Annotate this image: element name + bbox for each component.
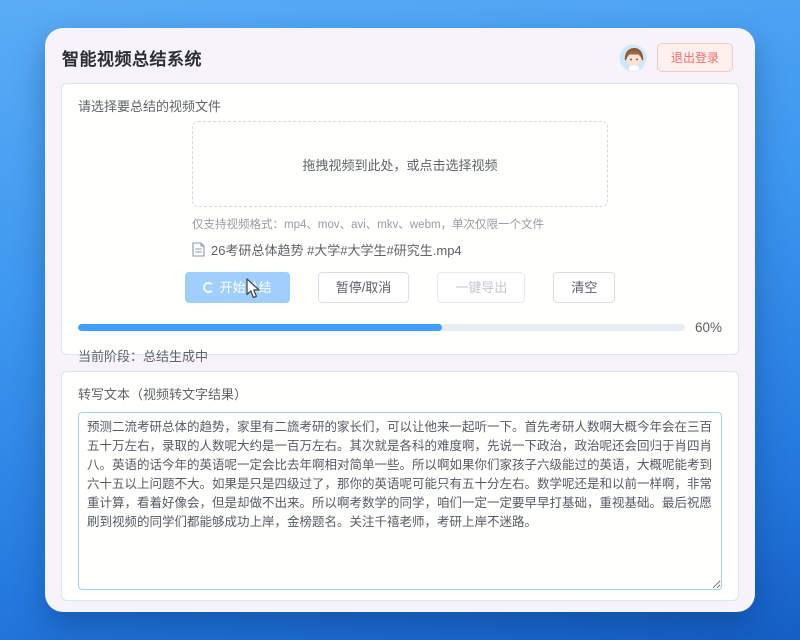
pause-cancel-button[interactable]: 暂停/取消 — [318, 272, 410, 303]
progress-bar — [78, 324, 685, 331]
video-dropzone[interactable]: 拖拽视频到此处，或点击选择视频 — [192, 121, 608, 207]
dropzone-text: 拖拽视频到此处，或点击选择视频 — [302, 155, 497, 174]
progress-row: 60% — [78, 320, 722, 335]
start-summary-label: 开始总结 — [220, 281, 272, 294]
page-title: 智能视频总结系统 — [62, 45, 202, 70]
transcript-panel: 转写文本（视频转文字结果） 预测二流考研总体的趋势，家里有二旒考研的家长们，可以… — [61, 371, 739, 601]
action-buttons: 开始总结 暂停/取消 一键导出 清空 — [192, 272, 608, 303]
loading-spinner-icon — [203, 282, 214, 293]
export-button[interactable]: 一键导出 — [437, 272, 525, 303]
upload-section-label: 请选择要总结的视频文件 — [78, 96, 722, 115]
logout-button[interactable]: 退出登录 — [657, 43, 733, 72]
selected-file-name: 26考研总体趋势 #大学#大学生#研究生.mp4 — [211, 240, 462, 259]
current-stage-label: 当前阶段：总结生成中 — [78, 346, 722, 365]
upload-center-column: 拖拽视频到此处，或点击选择视频 仅支持视频格式：mp4、mov、avi、mkv、… — [192, 121, 608, 303]
user-avatar[interactable] — [619, 44, 647, 72]
avatar-icon — [620, 45, 647, 72]
start-summary-button[interactable]: 开始总结 — [185, 272, 290, 303]
main-card: 智能视频总结系统 退出登录 请选择要总结的视频文件 拖拽视频到此处，或点击选择视 — [45, 28, 755, 612]
header: 智能视频总结系统 退出登录 — [45, 28, 755, 83]
format-hint: 仅支持视频格式：mp4、mov、avi、mkv、webm，单次仅限一个文件 — [192, 216, 608, 232]
progress-fill — [78, 324, 442, 331]
transcript-textarea[interactable]: 预测二流考研总体的趋势，家里有二旒考研的家长们，可以让他来一起听一下。首先考研人… — [78, 412, 722, 590]
document-icon — [192, 242, 205, 257]
selected-file-row: 26考研总体趋势 #大学#大学生#研究生.mp4 — [192, 240, 608, 259]
header-actions: 退出登录 — [619, 43, 733, 72]
transcript-section-label: 转写文本（视频转文字结果） — [78, 384, 722, 403]
upload-panel: 请选择要总结的视频文件 拖拽视频到此处，或点击选择视频 仅支持视频格式：mp4、… — [61, 83, 739, 355]
clear-button[interactable]: 清空 — [553, 272, 615, 303]
progress-percent: 60% — [695, 320, 722, 335]
